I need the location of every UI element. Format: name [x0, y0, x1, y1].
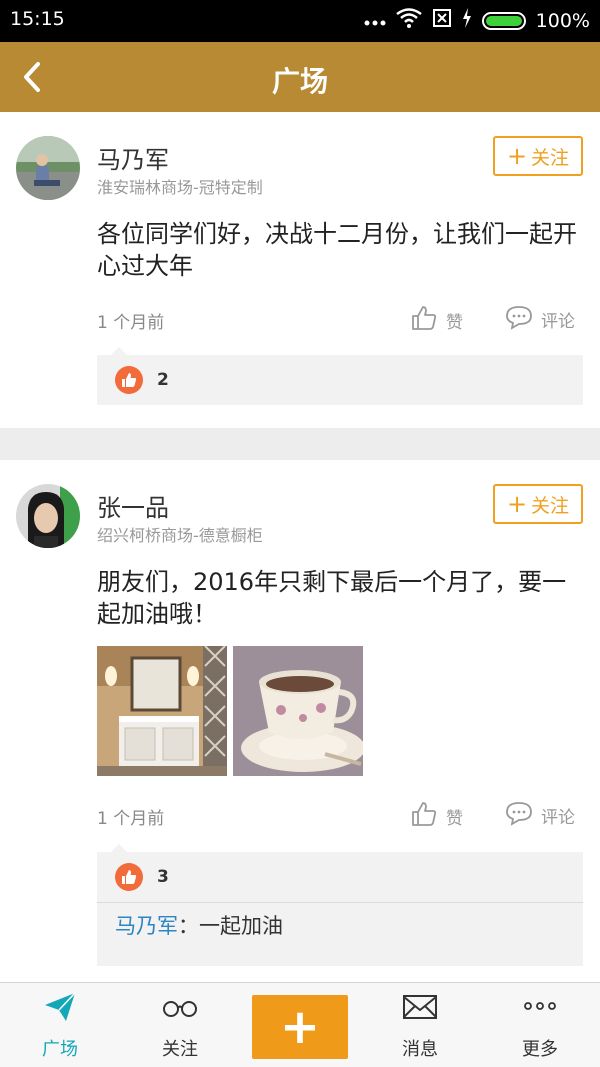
tab-square[interactable]: 广场 — [0, 983, 120, 1067]
comment-text: 一起加油 — [199, 914, 283, 938]
comment-label: 评论 — [541, 312, 575, 332]
status-bar: 15:15 100% — [0, 0, 600, 42]
follow-label: 关注 — [531, 494, 570, 517]
tab-follow[interactable]: 关注 — [120, 983, 240, 1067]
comment-label: 评论 — [541, 808, 575, 828]
more-dots-icon — [522, 989, 558, 1025]
thumbs-up-icon — [410, 800, 438, 833]
post-text: 朋友们，2016年只剩下最后一个月了，要一起加油哦！ — [97, 568, 567, 628]
like-label: 赞 — [446, 809, 463, 829]
like-count-row: 3 — [115, 862, 169, 892]
tab-messages[interactable]: 消息 — [360, 983, 480, 1067]
author-store: 淮安瑞林商场-冠特定制 — [97, 178, 263, 197]
bathroom-vanity-photo[interactable] — [97, 646, 227, 776]
likes-panel: 2 — [97, 347, 583, 405]
comment-separator: ： — [178, 914, 199, 938]
page-title: 广场 — [271, 65, 328, 98]
feed-post: 马乃军 淮安瑞林商场-冠特定制 + 关注 各位同学们好，决战十二月份，让我们一起… — [0, 112, 600, 428]
comment-author[interactable]: 马乃军 — [115, 914, 178, 938]
like-button[interactable]: 赞 — [410, 304, 463, 337]
feed-post: 张一品 绍兴柯桥商场-德意橱柜 + 关注 朋友们，2016年只剩下最后一个月了，… — [0, 460, 600, 982]
plus-icon: + — [506, 142, 528, 170]
like-count: 3 — [157, 867, 169, 887]
like-badge-icon — [115, 863, 143, 891]
post-text: 各位同学们好，决战十二月份，让我们一起开心过大年 — [97, 220, 577, 280]
paper-plane-icon — [42, 989, 78, 1025]
thumbs-up-icon — [410, 304, 438, 337]
post-time: 1 个月前 — [97, 809, 165, 829]
author-store: 绍兴柯桥商场-德意橱柜 — [97, 526, 263, 545]
tab-label: 消息 — [402, 1039, 438, 1060]
bottom-nav: 广场 关注 + 消息 更多 — [0, 982, 600, 1067]
author-name[interactable]: 马乃军 — [97, 140, 169, 175]
plus-icon: + — [506, 490, 528, 518]
comment-bubble-icon — [505, 800, 533, 831]
likes-panel: 3 马乃军：一起加油 — [97, 844, 583, 966]
status-indicators: 100% — [364, 8, 590, 33]
comment-button[interactable]: 评论 — [505, 800, 575, 831]
tab-more[interactable]: 更多 — [480, 983, 600, 1067]
comment-button[interactable]: 评论 — [505, 304, 575, 335]
teacup-photo[interactable] — [233, 646, 363, 776]
tab-label: 关注 — [162, 1039, 198, 1060]
post-separator — [0, 428, 600, 460]
like-count: 2 — [157, 370, 169, 390]
battery-icon — [481, 11, 526, 30]
envelope-icon — [402, 989, 438, 1025]
battery-percent: 100% — [535, 9, 590, 32]
comment-bubble-icon — [505, 304, 533, 335]
no-sim-icon — [432, 8, 452, 33]
follow-button[interactable]: + 关注 — [493, 136, 583, 176]
wifi-icon — [395, 8, 422, 33]
avatar[interactable] — [16, 136, 80, 200]
follow-button[interactable]: + 关注 — [493, 484, 583, 524]
add-post-button[interactable]: + — [252, 995, 348, 1059]
app-header: 广场 — [0, 42, 600, 112]
like-button[interactable]: 赞 — [410, 800, 463, 833]
comment-divider — [97, 902, 583, 903]
follow-label: 关注 — [531, 146, 570, 169]
like-label: 赞 — [446, 313, 463, 333]
charging-icon — [462, 8, 472, 33]
author-name[interactable]: 张一品 — [97, 488, 169, 523]
avatar[interactable] — [16, 484, 80, 548]
signal-dots-icon — [364, 10, 386, 32]
feed-list[interactable]: 马乃军 淮安瑞林商场-冠特定制 + 关注 各位同学们好，决战十二月份，让我们一起… — [0, 112, 600, 982]
comment-item[interactable]: 马乃军：一起加油 — [115, 910, 283, 940]
tab-label: 更多 — [522, 1039, 558, 1060]
glasses-icon — [162, 989, 198, 1025]
tab-label: 广场 — [42, 1039, 78, 1060]
status-time: 15:15 — [10, 8, 65, 30]
post-meta: 1 个月前 赞 评论 — [97, 304, 585, 334]
post-meta: 1 个月前 赞 评论 — [97, 800, 585, 830]
like-count-row: 2 — [115, 365, 169, 395]
post-time: 1 个月前 — [97, 313, 165, 333]
like-badge-icon — [115, 366, 143, 394]
